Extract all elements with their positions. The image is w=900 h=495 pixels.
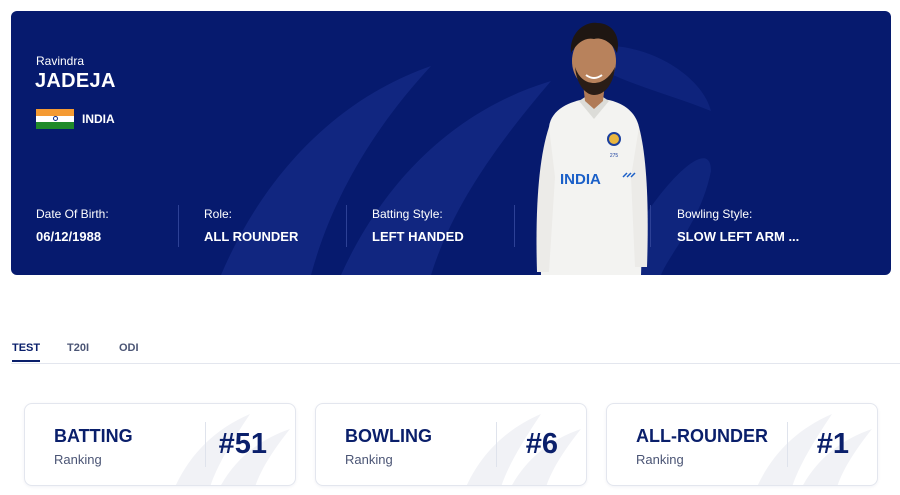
stat-value: SLOW LEFT ARM ...	[677, 229, 800, 244]
ranking-title: BOWLING	[345, 426, 432, 446]
player-last-name: JADEJA	[35, 70, 116, 92]
stat-value: 06/12/1988	[36, 229, 102, 244]
jersey-number: 275	[610, 153, 619, 159]
stat-divider	[346, 205, 347, 247]
ranking-title: BATTING	[54, 426, 133, 446]
stat-date-of-birth: Date Of Birth: 06/12/1988	[36, 207, 109, 244]
player-hero-banner: Ravindra JADEJA INDIA Date Of Birth: 06/…	[11, 11, 891, 275]
card-divider	[205, 422, 206, 467]
card-divider	[496, 422, 497, 467]
ranking-card-batting: BATTING Ranking #51	[24, 403, 296, 486]
format-tabs: TEST T20I ODI	[11, 339, 900, 364]
ranking-subtitle: Ranking	[345, 452, 393, 467]
tab-t20i[interactable]: T20I	[67, 342, 89, 354]
ranking-card-all-rounder: ALL-ROUNDER Ranking #1	[606, 403, 878, 486]
stat-value: ALL ROUNDER	[204, 229, 299, 244]
stat-label: Bowling Style:	[677, 207, 753, 221]
ranking-subtitle: Ranking	[54, 452, 102, 467]
stat-value: LEFT HANDED	[372, 229, 464, 244]
ranking-value: #51	[218, 428, 267, 460]
stat-label: Role:	[204, 207, 233, 221]
ranking-subtitle: Ranking	[636, 452, 684, 467]
stat-batting-style: Batting Style: LEFT HANDED	[372, 207, 464, 244]
stat-role: Role: ALL ROUNDER	[204, 207, 298, 244]
player-country: INDIA	[82, 112, 115, 126]
stat-label: Date Of Birth:	[36, 207, 109, 221]
tab-test[interactable]: TEST	[12, 342, 41, 362]
tab-odi[interactable]: ODI	[119, 342, 139, 354]
ranking-card-bowling: BOWLING Ranking #6	[315, 403, 587, 486]
ranking-value: #6	[525, 428, 558, 460]
stat-divider	[178, 205, 179, 247]
ranking-value: #1	[816, 428, 849, 460]
card-divider	[787, 422, 788, 467]
player-photo: 275 INDIA	[536, 22, 648, 275]
jersey-text: INDIA	[560, 171, 601, 188]
ranking-title: ALL-ROUNDER	[636, 426, 768, 446]
player-first-name: Ravindra	[36, 54, 85, 68]
india-flag-icon	[36, 109, 74, 129]
stat-divider	[514, 205, 515, 247]
stat-bowling-style: Bowling Style: SLOW LEFT ARM ...	[677, 207, 799, 244]
stat-label: Batting Style:	[372, 207, 443, 221]
